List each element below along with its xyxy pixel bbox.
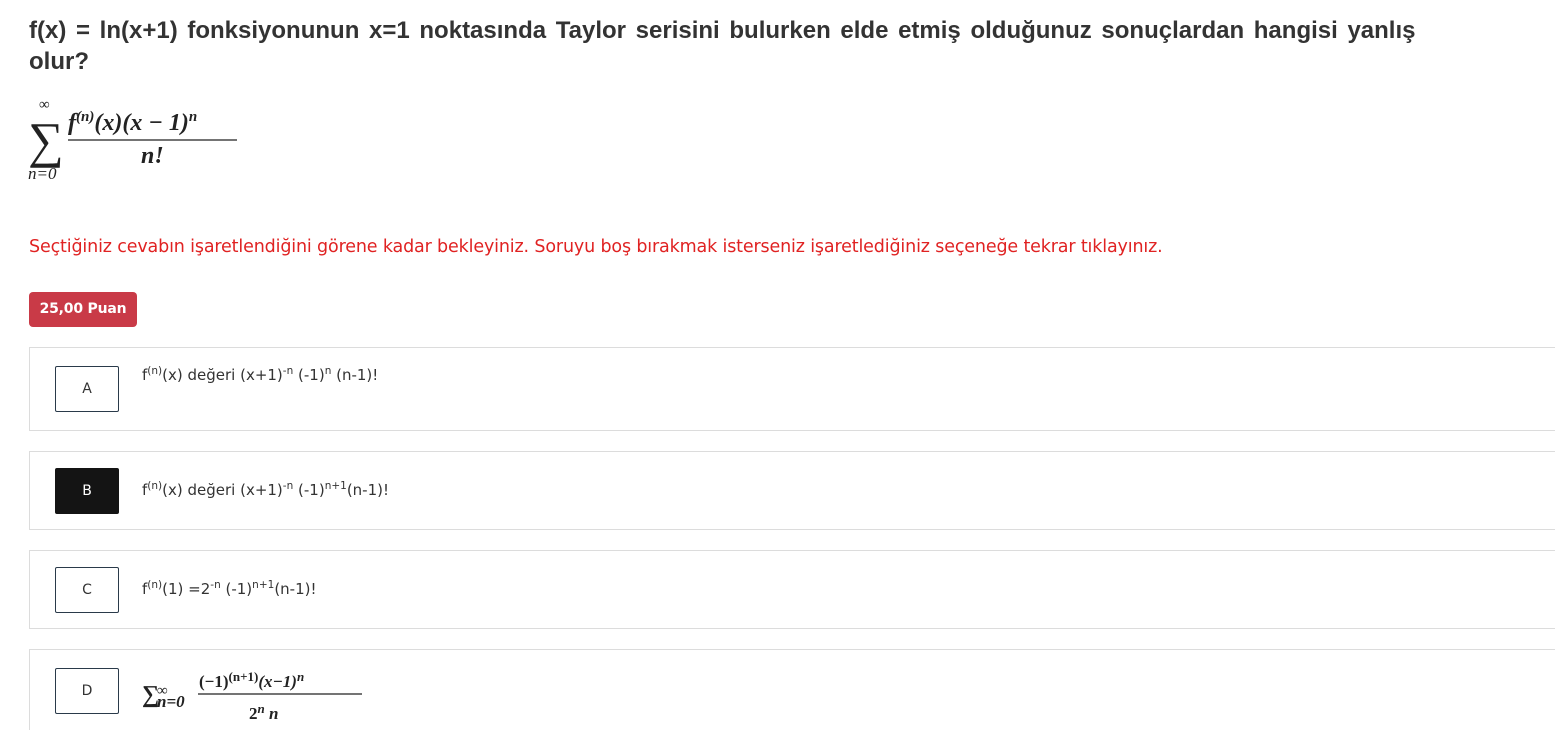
numerator-rest: (x−1) [258,672,297,691]
sum-symbol: ∑ [28,112,64,168]
taylor-series-formula: ∞ ∑ n=0 f(n)(x)(x − 1)n n! [28,95,248,185]
sum-lower-limit: n=0 [157,692,185,711]
sum-upper-limit: ∞ [39,97,50,113]
derivative-order: (n) [147,579,163,591]
option-b[interactable]: B f(n)(x) değeri (x+1)-n (-1)n+1(n-1)! [29,451,1555,530]
exponent-1: -n [210,579,221,591]
exponent-1: -n [282,365,294,377]
derivative-order: (n) [147,480,163,492]
option-letter-d[interactable]: D [55,668,119,714]
denominator-exp: n [258,701,265,716]
option-c[interactable]: C f(n)(1) =2-n (-1)n+1(n-1)! [29,550,1555,629]
denominator-rest: n [265,704,279,722]
text-part-3: (n-1)! [331,366,379,384]
option-d[interactable]: D ∑ ∞ n=0 (−1)(n+1)(x−1)n 2n n [29,649,1555,730]
svg-text:2n n: 2n n [249,701,278,722]
option-b-text: f(n)(x) değeri (x+1)-n (-1)n+1(n-1)! [142,481,389,499]
question-text: f(x) = ln(x+1) fonksiyonunun x=1 noktası… [29,15,1555,77]
option-letter-b[interactable]: B [55,468,119,514]
text-part-3: (n-1)! [274,580,317,598]
text-part-1: (1) =2 [162,580,211,598]
numerator-power: n [189,109,197,125]
option-a[interactable]: A f(n)(x) değeri (x+1)-n (-1)n (n-1)! [29,347,1555,431]
option-c-text: f(n)(1) =2-n (-1)n+1(n-1)! [142,580,317,598]
numerator-order: (n) [76,109,94,125]
text-part-2: (-1) [220,580,253,598]
exponent-1: -n [282,480,294,492]
warning-message: Seçtiğiniz cevabın işaretlendiğini gören… [29,237,1163,257]
denominator-base: 2 [249,704,258,722]
question-line-1: f(x) = ln(x+1) fonksiyonunun x=1 noktası… [29,17,1416,44]
points-badge: 25,00 Puan [29,292,137,327]
option-letter-c[interactable]: C [55,567,119,613]
svg-text:f(n)(x)(x − 1)n: f(n)(x)(x − 1)n [68,109,197,136]
derivative-order: (n) [147,365,163,377]
text-part-2: (-1) [293,481,325,499]
text-part-1: (x) değeri (x+1) [162,366,283,384]
numerator-base: (−1) [199,672,229,691]
option-d-formula: ∑ ∞ n=0 (−1)(n+1)(x−1)n 2n n [142,669,362,722]
sum-lower-limit: n=0 [28,164,57,183]
option-letter-a[interactable]: A [55,366,119,412]
numerator-rest: (x)(x − 1) [94,110,189,136]
text-part-3: (n-1)! [346,481,390,499]
option-a-text: f(n)(x) değeri (x+1)-n (-1)n (n-1)! [142,366,378,384]
exponent-2: n+1 [324,480,347,492]
quiz-page: f(x) = ln(x+1) fonksiyonunun x=1 noktası… [0,0,1555,730]
text-part-2: (-1) [293,366,325,384]
text-part-1: (x) değeri (x+1) [162,481,283,499]
svg-text:(−1)(n+1)(x−1)n: (−1)(n+1)(x−1)n [199,669,304,691]
exponent-2: n+1 [252,579,275,591]
question-line-2: olur? [29,48,89,75]
numerator-power: n [297,669,304,684]
numerator-exp: (n+1) [229,669,259,684]
denominator: n! [141,143,164,169]
